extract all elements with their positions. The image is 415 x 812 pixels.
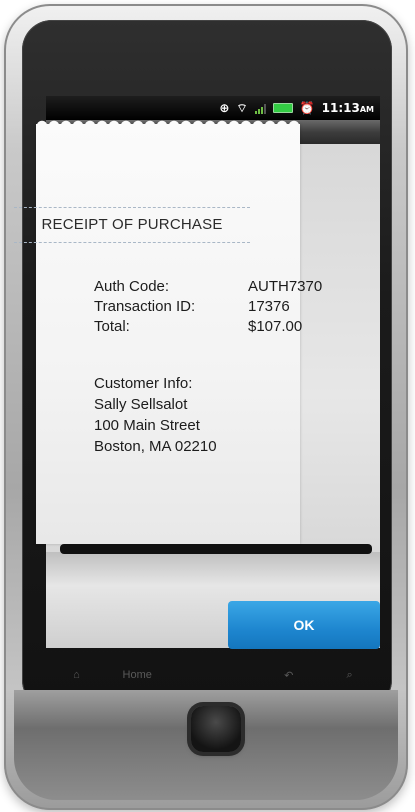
transaction-id-value: 17376 bbox=[248, 298, 290, 315]
wifi-icon: ⌔ bbox=[236, 101, 248, 115]
auth-code-value: AUTH7370 bbox=[248, 278, 323, 295]
battery-icon bbox=[272, 103, 293, 113]
customer-street: 100 Main Street bbox=[94, 417, 200, 434]
signal-icon bbox=[254, 103, 266, 114]
alarm-icon: ⏰ bbox=[299, 101, 315, 115]
back-icon[interactable]: ↶ bbox=[274, 669, 304, 682]
home-label: Home bbox=[122, 669, 152, 681]
ok-button[interactable]: OK bbox=[228, 601, 380, 649]
hardware-nav-bar: ⌂ Home ↶ ⌕ bbox=[46, 658, 380, 692]
total-value: $107.00 bbox=[248, 318, 303, 335]
trackpad-button[interactable] bbox=[191, 706, 241, 752]
home-icon[interactable]: ⌂ bbox=[61, 669, 91, 681]
total-label: Total: bbox=[94, 318, 130, 335]
transaction-id-label: Transaction ID: bbox=[94, 298, 196, 315]
device-screenshot: ⊕ ⌔ ⏰ 11:13AM ROAMpay RECEIPT OF PURCHAS… bbox=[0, 0, 415, 812]
gps-icon: ⊕ bbox=[219, 101, 230, 115]
search-icon[interactable]: ⌕ bbox=[335, 669, 365, 682]
customer-info-label: Customer Info: bbox=[94, 375, 193, 392]
auth-code-label: Auth Code: bbox=[94, 278, 170, 295]
customer-name: Sally Sellsalot bbox=[94, 396, 188, 413]
receipt-slot bbox=[60, 544, 372, 554]
status-time: 11:13AM bbox=[321, 101, 374, 115]
customer-city: Boston, MA 02210 bbox=[94, 438, 217, 455]
receipt-heading: RECEIPT OF PURCHASE bbox=[14, 207, 250, 243]
status-bar: ⊕ ⌔ ⏰ 11:13AM bbox=[46, 96, 380, 120]
